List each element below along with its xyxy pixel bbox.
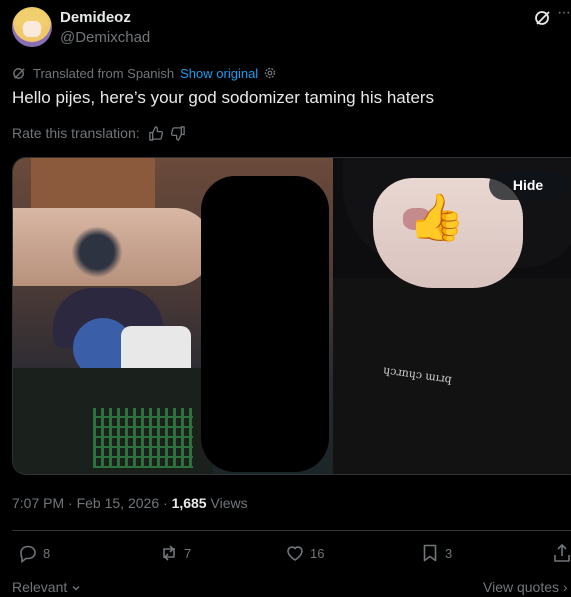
heart-icon: [287, 546, 303, 561]
chevron-down-icon: [72, 586, 80, 591]
action-bar: 8 7 16 3: [0, 543, 571, 567]
repost-count: 7: [184, 545, 192, 561]
tweet-time[interactable]: 7:07 PM: [12, 495, 64, 511]
like-count: 16: [310, 545, 325, 561]
sort-label: Relevant: [12, 579, 68, 595]
thumbs-up-icon[interactable]: [148, 125, 163, 141]
tweet-meta: 7:07 PM · Feb 15, 2026 · 1,685 Views: [12, 495, 248, 511]
author-handle[interactable]: @Demixchad: [60, 29, 150, 46]
repost-button[interactable]: 7: [159, 543, 191, 563]
views-label: Views: [210, 495, 248, 511]
views-count: 1,685: [171, 495, 207, 511]
censor-block: [201, 176, 329, 472]
tweet-text: Hello pijes, here’s your god sodomizer t…: [12, 88, 435, 107]
translated-from-label: Translated from Spanish: [33, 65, 175, 81]
tweet-media[interactable]: ɥɔɹnɥɔ ɯıɹq 👍: [12, 157, 571, 475]
keyboard-keys: [93, 408, 193, 468]
thumbs-up-emoji: 👍: [408, 191, 466, 243]
gear-icon[interactable]: [263, 66, 277, 80]
avatar[interactable]: [12, 7, 52, 47]
grok-icon[interactable]: [534, 9, 552, 27]
show-original-link[interactable]: Show original: [180, 66, 258, 81]
meta-separator: ·: [163, 495, 172, 511]
chevron-right-icon: ›: [562, 579, 568, 595]
reply-icon: [20, 545, 36, 563]
repost-icon: [163, 545, 175, 561]
reply-count: 8: [43, 545, 51, 561]
share-button[interactable]: [553, 543, 571, 563]
share-icon: [554, 544, 570, 562]
rate-translation-row: Rate this translation:: [12, 124, 186, 142]
media-image-left[interactable]: [13, 158, 333, 474]
divider: [12, 530, 571, 531]
grok-translate-icon: [13, 67, 25, 79]
view-quotes-label: View quotes: [483, 579, 560, 595]
reply-button[interactable]: 8: [18, 543, 50, 563]
bookmark-button[interactable]: 3: [420, 543, 452, 563]
hide-media-button[interactable]: Hide: [489, 170, 567, 200]
view-quotes-link[interactable]: View quotes ›: [483, 579, 568, 595]
bookmark-count: 3: [445, 545, 453, 561]
tattoo: [65, 224, 129, 280]
author-name[interactable]: Demideoz: [60, 9, 131, 26]
rate-translation-label: Rate this translation:: [12, 125, 140, 141]
thumbs-down-icon[interactable]: [170, 125, 186, 141]
tweet-date[interactable]: Feb 15, 2026: [77, 495, 160, 511]
sort-relevant-dropdown[interactable]: Relevant: [12, 579, 81, 595]
meta-separator: ·: [68, 495, 77, 511]
more-options-icon[interactable]: ···: [557, 4, 571, 24]
translation-notice: Translated from Spanish Show original: [12, 65, 277, 81]
avatar-face: [23, 21, 41, 37]
like-button[interactable]: 16: [285, 543, 324, 563]
bookmark-icon: [423, 544, 437, 562]
